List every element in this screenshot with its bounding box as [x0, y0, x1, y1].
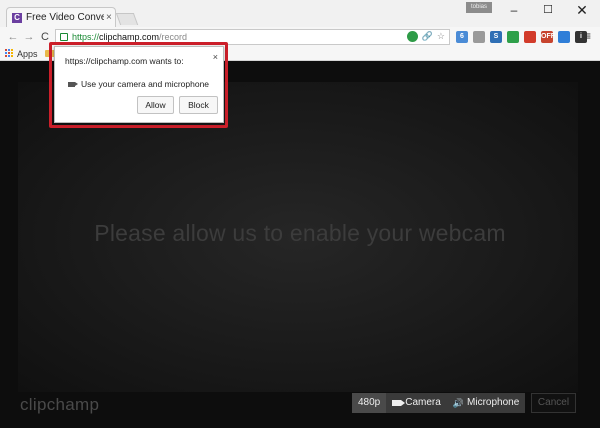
apps-grid-icon[interactable]	[5, 49, 14, 58]
block-button[interactable]: Block	[179, 96, 218, 114]
url-host: clipchamp.com	[99, 32, 160, 42]
close-window-button[interactable]: ✕	[568, 2, 596, 18]
clipchamp-logo: clipchamp	[20, 395, 100, 414]
resolution-button[interactable]: 480p	[352, 393, 387, 413]
new-tab-button[interactable]	[115, 13, 139, 25]
tab-close-icon[interactable]: ×	[106, 12, 112, 23]
bookmark-star-icon[interactable]: ☆	[437, 31, 445, 42]
browser-window: C Free Video Converte × tobias – ☐ ✕ ← →…	[0, 0, 600, 428]
tab-title: Free Video Converte	[26, 12, 104, 23]
popup-title: https://clipchamp.com wants to:	[65, 56, 184, 66]
allow-button[interactable]: Allow	[137, 96, 174, 114]
tab-clipchamp[interactable]: C Free Video Converte ×	[6, 7, 116, 27]
extension-6-icon[interactable]: 6	[456, 31, 468, 43]
forward-button[interactable]: →	[22, 29, 36, 45]
extension-red-icon[interactable]	[524, 31, 536, 43]
url-scheme: https://	[72, 32, 100, 42]
extension-icons: 6 S OFF i	[456, 31, 587, 43]
speaker-icon: 🔊	[452, 398, 465, 408]
extension-off-icon[interactable]: OFF	[541, 31, 555, 43]
cancel-button[interactable]: Cancel	[531, 393, 576, 413]
clipchamp-favicon-icon: C	[12, 12, 22, 23]
omnibox-icons: 🔗 ☆	[406, 31, 445, 42]
microphone-label: Microphone	[467, 397, 520, 408]
tab-strip: C Free Video Converte × tobias – ☐ ✕	[0, 0, 600, 27]
maximize-button[interactable]: ☐	[534, 2, 562, 18]
camera-label: Camera	[405, 397, 441, 408]
permission-label: Use your camera and microphone	[81, 79, 210, 89]
apps-bookmark[interactable]: Apps	[17, 49, 38, 59]
permission-row: Use your camera and microphone	[68, 79, 209, 89]
permission-popup: × https://clipchamp.com wants to: Use yo…	[54, 46, 224, 123]
recording-controls: 480p Camera 🔊 Microphone	[352, 393, 526, 413]
minimize-button[interactable]: –	[500, 2, 528, 18]
camera-icon	[392, 400, 406, 406]
link-icon[interactable]: 🔗	[422, 31, 433, 42]
video-camera-icon	[68, 81, 78, 87]
extension-green-icon[interactable]	[507, 31, 519, 43]
popup-close-icon[interactable]: ×	[213, 52, 218, 62]
extension-abp-icon[interactable]	[473, 31, 485, 43]
url-path: /record	[159, 32, 188, 42]
user-profile-badge[interactable]: tobias	[466, 2, 492, 13]
camera-button[interactable]: Camera	[386, 393, 447, 413]
lock-icon[interactable]	[60, 33, 68, 41]
webcam-permission-prompt: Please allow us to enable your webcam	[94, 220, 506, 246]
microphone-button[interactable]: 🔊 Microphone	[447, 393, 525, 413]
chrome-menu-icon[interactable]: ≡	[584, 29, 591, 43]
extension-s-icon[interactable]: S	[490, 31, 502, 43]
back-button[interactable]: ←	[6, 29, 20, 45]
extension-blue-icon[interactable]	[558, 31, 570, 43]
camera-permission-icon[interactable]	[406, 31, 418, 42]
